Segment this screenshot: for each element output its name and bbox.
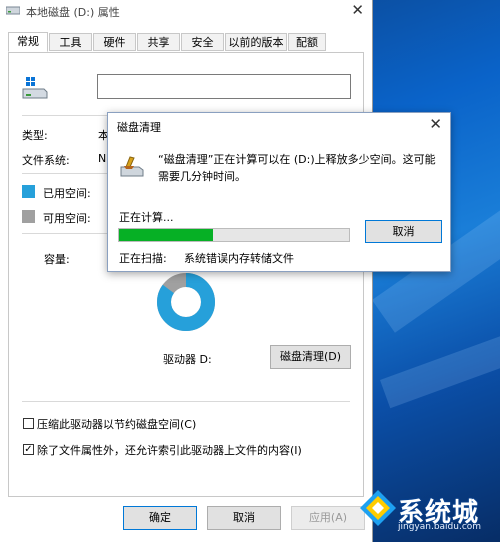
tab-previous-versions[interactable]: 以前的版本 <box>225 33 287 51</box>
tab-quota[interactable]: 配额 <box>288 33 326 51</box>
watermark-url: jingyan.baidu.com <box>398 522 482 532</box>
tab-security[interactable]: 安全 <box>181 33 224 51</box>
file-system-value: N <box>98 152 107 165</box>
tab-hardware[interactable]: 硬件 <box>93 33 136 51</box>
dialog-message: “磁盘清理”正在计算可以在 (D:)上释放多少空间。这可能需要几分钟时间。 <box>158 153 436 183</box>
progress-bar <box>118 228 350 242</box>
disk-cleanup-icon <box>120 156 144 177</box>
close-icon[interactable]: ✕ <box>429 115 442 133</box>
capacity-label: 容量: <box>44 253 70 266</box>
scanning-label: 正在扫描: <box>119 252 167 265</box>
tab-general[interactable]: 常规 <box>8 32 48 52</box>
window-title: 本地磁盘 (D:) 属性 <box>26 6 120 19</box>
apply-button[interactable]: 应用(A) <box>291 506 365 530</box>
capacity-donut-chart <box>157 273 215 331</box>
drive-icon <box>6 6 20 15</box>
title-bar: 本地磁盘 (D:) 属性 ✕ <box>0 0 372 22</box>
disk-cleanup-dialog: 磁盘清理 ✕ “磁盘清理”正在计算可以在 (D:)上释放多少空间。这可能需要几分… <box>107 112 451 272</box>
tab-tools[interactable]: 工具 <box>49 33 92 51</box>
progress-fill <box>119 229 214 241</box>
drive-name-input[interactable] <box>97 74 351 99</box>
cleanup-cancel-button[interactable]: 取消 <box>365 220 442 243</box>
used-space-swatch <box>22 185 35 198</box>
scanning-item: 系统错误内存转储文件 <box>184 252 294 265</box>
index-label: 除了文件属性外，还允许索引此驱动器上文件的内容(I) <box>37 444 302 457</box>
free-space-label: 可用空间: <box>43 212 91 225</box>
type-label: 类型: <box>22 129 48 142</box>
used-space-label: 已用空间: <box>43 187 91 200</box>
disk-cleanup-button[interactable]: 磁盘清理(D) <box>270 345 351 369</box>
dialog-title: 磁盘清理 <box>117 121 161 134</box>
compress-label: 压缩此驱动器以节约磁盘空间(C) <box>37 418 197 431</box>
close-icon[interactable]: ✕ <box>351 1 364 19</box>
ok-button[interactable]: 确定 <box>123 506 197 530</box>
free-space-swatch <box>22 210 35 223</box>
cancel-button[interactable]: 取消 <box>207 506 281 530</box>
index-checkbox[interactable]: ✓ <box>23 444 34 455</box>
tab-sharing[interactable]: 共享 <box>137 33 180 51</box>
drive-label: 驱动器 D: <box>163 353 212 366</box>
desktop-light-beam <box>380 318 500 409</box>
drive-icon <box>22 77 48 99</box>
compress-checkbox[interactable] <box>23 418 34 429</box>
divider <box>22 401 350 402</box>
watermark: 系统城 jingyan.baidu.com <box>358 484 500 542</box>
file-system-label: 文件系统: <box>22 154 70 167</box>
watermark-logo <box>360 490 396 526</box>
calculating-status: 正在计算... <box>119 211 174 224</box>
